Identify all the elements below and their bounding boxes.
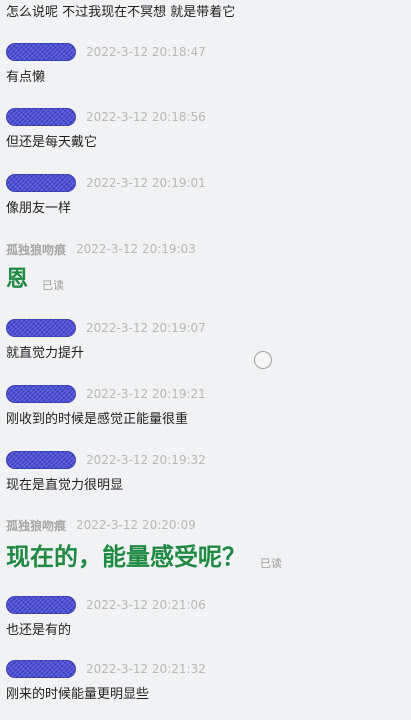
read-status: 已读 (260, 557, 282, 570)
chat-message: 2022-3-12 20:19:21 刚收到的时候是感觉正能量很重 (6, 385, 406, 429)
redacted-username (6, 174, 76, 192)
chat-message: 2022-3-12 20:19:32 现在是直觉力很明显 (6, 451, 406, 495)
message-meta: 2022-3-12 20:21:06 (6, 596, 406, 614)
message-meta: 孤独狼吻痕 2022-3-12 20:19:03 (6, 240, 406, 258)
redacted-username (6, 108, 76, 126)
chat-message: 孤独狼吻痕 2022-3-12 20:20:09 现在的，能量感受呢？ 已读 (6, 516, 406, 572)
message-meta: 2022-3-12 20:21:32 (6, 660, 406, 678)
redacted-username (6, 43, 76, 61)
chat-message: 2022-3-12 20:18:56 但还是每天戴它 (6, 108, 406, 152)
message-meta: 2022-3-12 20:19:21 (6, 385, 406, 403)
message-text: 刚来的时候能量更明显些 (6, 687, 150, 702)
redacted-username (6, 451, 76, 469)
message-text: 现在是直觉力很明显 (6, 478, 124, 493)
message-timestamp: 2022-3-12 20:19:32 (86, 453, 206, 467)
message-meta: 2022-3-12 20:19:07 (6, 319, 406, 337)
message-timestamp: 2022-3-12 20:19:21 (86, 387, 206, 401)
read-status: 已读 (42, 279, 65, 292)
message-text: 现在的，能量感受呢？ (6, 543, 246, 571)
message-timestamp: 2022-3-12 20:19:03 (76, 242, 196, 256)
message-text: 但还是每天戴它 (6, 135, 98, 150)
message-text: 也还是有的 (6, 623, 72, 638)
message-text: 刚收到的时候是感觉正能量很重 (6, 412, 189, 427)
message-timestamp: 2022-3-12 20:21:06 (86, 598, 206, 612)
chat-message: 2022-3-12 20:21:32 刚来的时候能量更明显些 (6, 660, 406, 704)
message-meta: 2022-3-12 20:19:01 (6, 174, 406, 192)
message-timestamp: 2022-3-12 20:19:07 (86, 321, 206, 335)
message-meta: 2022-3-12 20:19:32 (6, 451, 406, 469)
chat-message: 孤独狼吻痕 2022-3-12 20:19:03 恩 已读 (6, 240, 406, 294)
message-text: 恩 (6, 267, 29, 292)
message-meta: 孤独狼吻痕 2022-3-12 20:20:09 (6, 516, 406, 534)
chat-message: 2022-3-12 20:19:07 就直觉力提升 (6, 319, 406, 363)
message-meta: 2022-3-12 20:18:47 (6, 43, 406, 61)
redacted-username (6, 385, 76, 403)
redacted-username (6, 596, 76, 614)
circle-icon (254, 351, 272, 369)
redacted-username (6, 319, 76, 337)
message-text: 有点懒 (6, 70, 46, 85)
message-meta: 2022-3-12 20:18:56 (6, 108, 406, 126)
message-timestamp: 2022-3-12 20:21:32 (86, 662, 206, 676)
message-timestamp: 2022-3-12 20:20:09 (76, 518, 196, 532)
message-timestamp: 2022-3-12 20:18:56 (86, 110, 206, 124)
chat-message: 2022-3-12 20:21:06 也还是有的 (6, 596, 406, 640)
sender-name: 孤独狼吻痕 (6, 518, 67, 533)
sender-name: 孤独狼吻痕 (6, 242, 67, 257)
redacted-username (6, 660, 76, 678)
message-timestamp: 2022-3-12 20:18:47 (86, 45, 206, 59)
message-text: 像朋友一样 (6, 201, 72, 216)
chat-message: 2022-3-12 20:18:47 有点懒 (6, 43, 406, 87)
message-text: 就直觉力提升 (6, 346, 85, 361)
message-text: 怎么说呢 不过我现在不冥想 就是带着它 (6, 5, 236, 20)
chat-message: 2022-3-12 20:19:01 像朋友一样 (6, 174, 406, 218)
message-timestamp: 2022-3-12 20:19:01 (86, 176, 206, 190)
chat-history: 怎么说呢 不过我现在不冥想 就是带着它 2022-3-12 20:18:47 有… (0, 0, 411, 720)
